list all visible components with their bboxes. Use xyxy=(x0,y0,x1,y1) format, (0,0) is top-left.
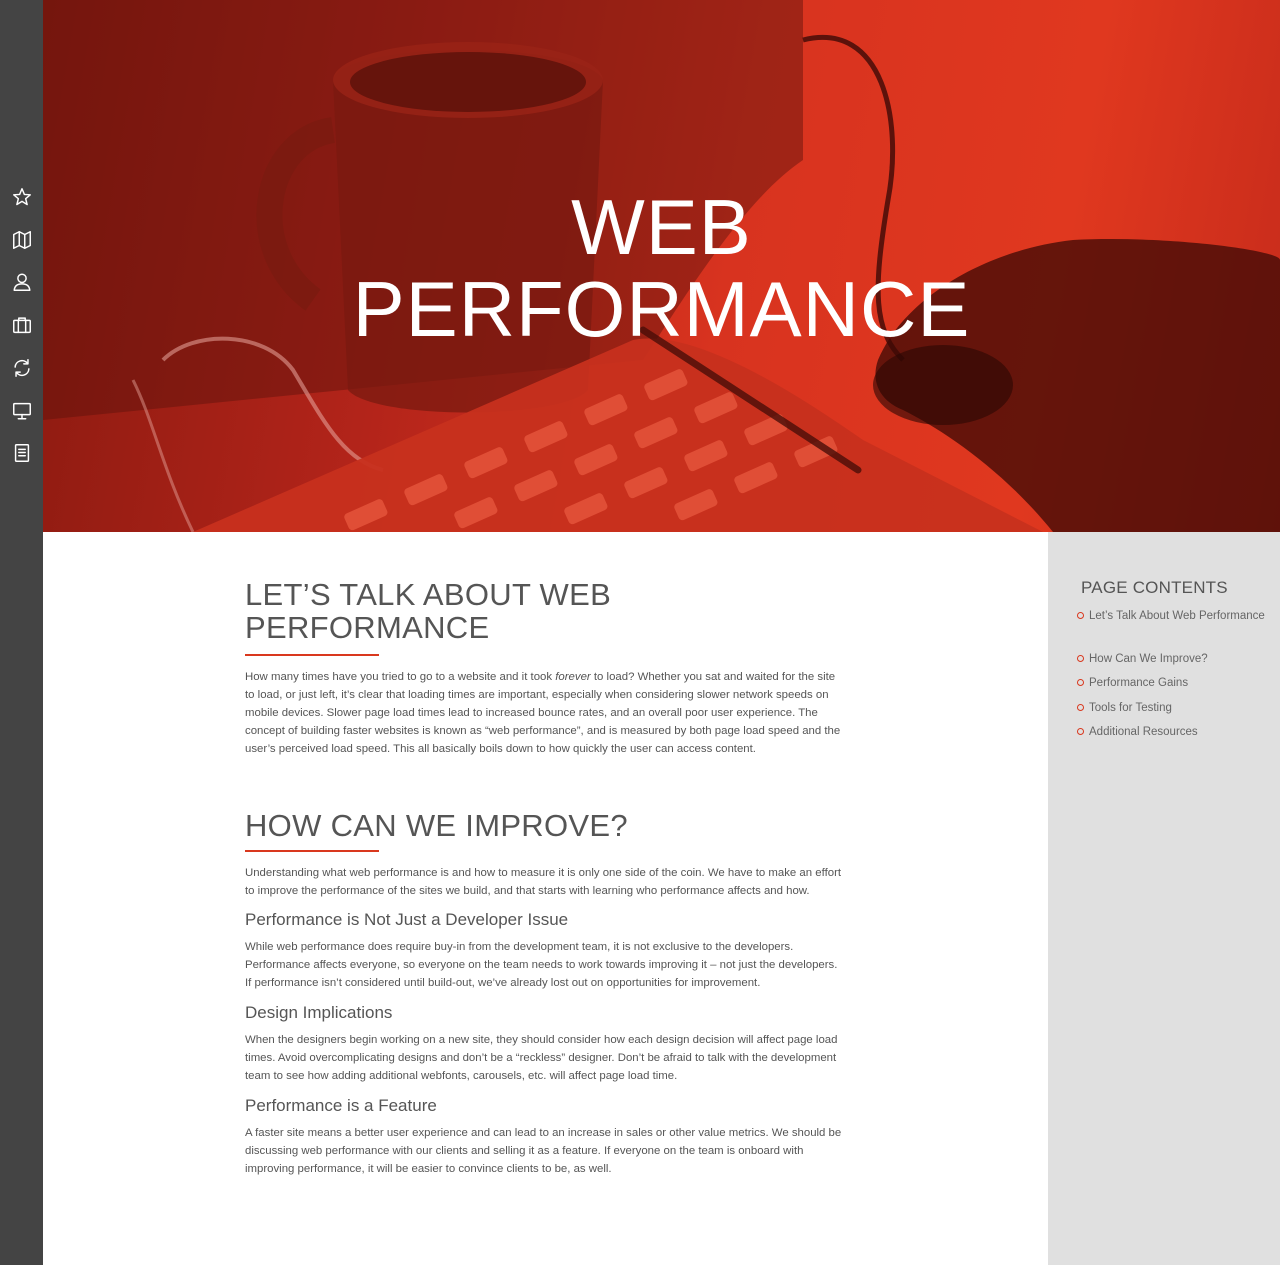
subsection-heading: Design Implications xyxy=(245,1003,393,1022)
paragraph-text: to load? Whether you sat and waited for … xyxy=(245,671,841,755)
page-contents-title: PAGE CONTENTS xyxy=(1081,578,1228,597)
page-title-line2: PERFORMANCE xyxy=(352,265,971,353)
heading-underline xyxy=(245,654,379,656)
document-icon[interactable] xyxy=(6,437,37,468)
toc-link-label: How Can We Improve? xyxy=(1089,653,1208,665)
paragraph-text: How many times have you tried to go to a… xyxy=(245,671,556,683)
page-title: WEB PERFORMANCE xyxy=(43,186,1280,350)
section-heading: HOW CAN WE IMPROVE? xyxy=(245,808,628,843)
section-paragraph: How many times have you tried to go to a… xyxy=(245,668,845,758)
page-title-line1: WEB xyxy=(571,183,752,271)
hero-banner: WEB PERFORMANCE xyxy=(43,0,1280,532)
toc-link-label: Performance Gains xyxy=(1089,677,1189,689)
section-heading: LET’S TALK ABOUT WEB PERFORMANCE xyxy=(245,578,845,644)
bullet-circle-icon xyxy=(1077,612,1084,619)
subsection-paragraph: When the designers begin working on a ne… xyxy=(245,1034,838,1082)
refresh-icon[interactable] xyxy=(6,352,37,383)
section-heading-line2: PERFORMANCE xyxy=(245,610,490,645)
page-contents-sidebar: PAGE CONTENTS Let’s Talk About Web Perfo… xyxy=(1048,532,1280,1265)
toc-link-tools-for-testing[interactable]: Tools for Testing xyxy=(1077,699,1269,717)
user-icon[interactable] xyxy=(6,266,37,297)
side-nav-rail xyxy=(0,0,43,1265)
toc-link-performance-gains[interactable]: Performance Gains xyxy=(1077,674,1269,692)
emphasis-text: forever xyxy=(555,671,591,683)
section-heading-line1: LET’S TALK ABOUT WEB xyxy=(245,577,612,612)
subsection-heading: Performance is Not Just a Developer Issu… xyxy=(245,910,569,929)
heading-underline xyxy=(245,850,379,852)
toc-link-additional-resources[interactable]: Additional Resources xyxy=(1077,723,1269,741)
map-icon[interactable] xyxy=(6,224,37,255)
bullet-circle-icon xyxy=(1077,655,1084,662)
section-paragraph: Understanding what web performance is an… xyxy=(245,867,842,897)
bullet-circle-icon xyxy=(1077,728,1084,735)
subsection-paragraph: A faster site means a better user experi… xyxy=(245,1127,842,1175)
briefcase-icon[interactable] xyxy=(6,309,37,340)
toc-link-how-can-we-improve[interactable]: How Can We Improve? xyxy=(1077,650,1269,668)
bullet-circle-icon xyxy=(1077,679,1084,686)
toc-link-label: Tools for Testing xyxy=(1089,702,1172,714)
section-how-can-we-improve: HOW CAN WE IMPROVE? Understanding what w… xyxy=(245,809,845,1178)
monitor-icon[interactable] xyxy=(6,395,37,426)
toc-link-label: Let’s Talk About Web Performance xyxy=(1089,610,1265,622)
toc-link-label: Additional Resources xyxy=(1089,726,1198,738)
subsection-heading: Performance is a Feature xyxy=(245,1096,437,1115)
section-lets-talk: LET’S TALK ABOUT WEB PERFORMANCE How man… xyxy=(245,578,845,758)
article-content: LET’S TALK ABOUT WEB PERFORMANCE How man… xyxy=(245,578,845,1178)
subsection-paragraph: While web performance does require buy-i… xyxy=(245,941,838,989)
bullet-circle-icon xyxy=(1077,704,1084,711)
star-icon[interactable] xyxy=(6,181,37,212)
toc-link-lets-talk[interactable]: Let’s Talk About Web Performance xyxy=(1077,607,1269,625)
